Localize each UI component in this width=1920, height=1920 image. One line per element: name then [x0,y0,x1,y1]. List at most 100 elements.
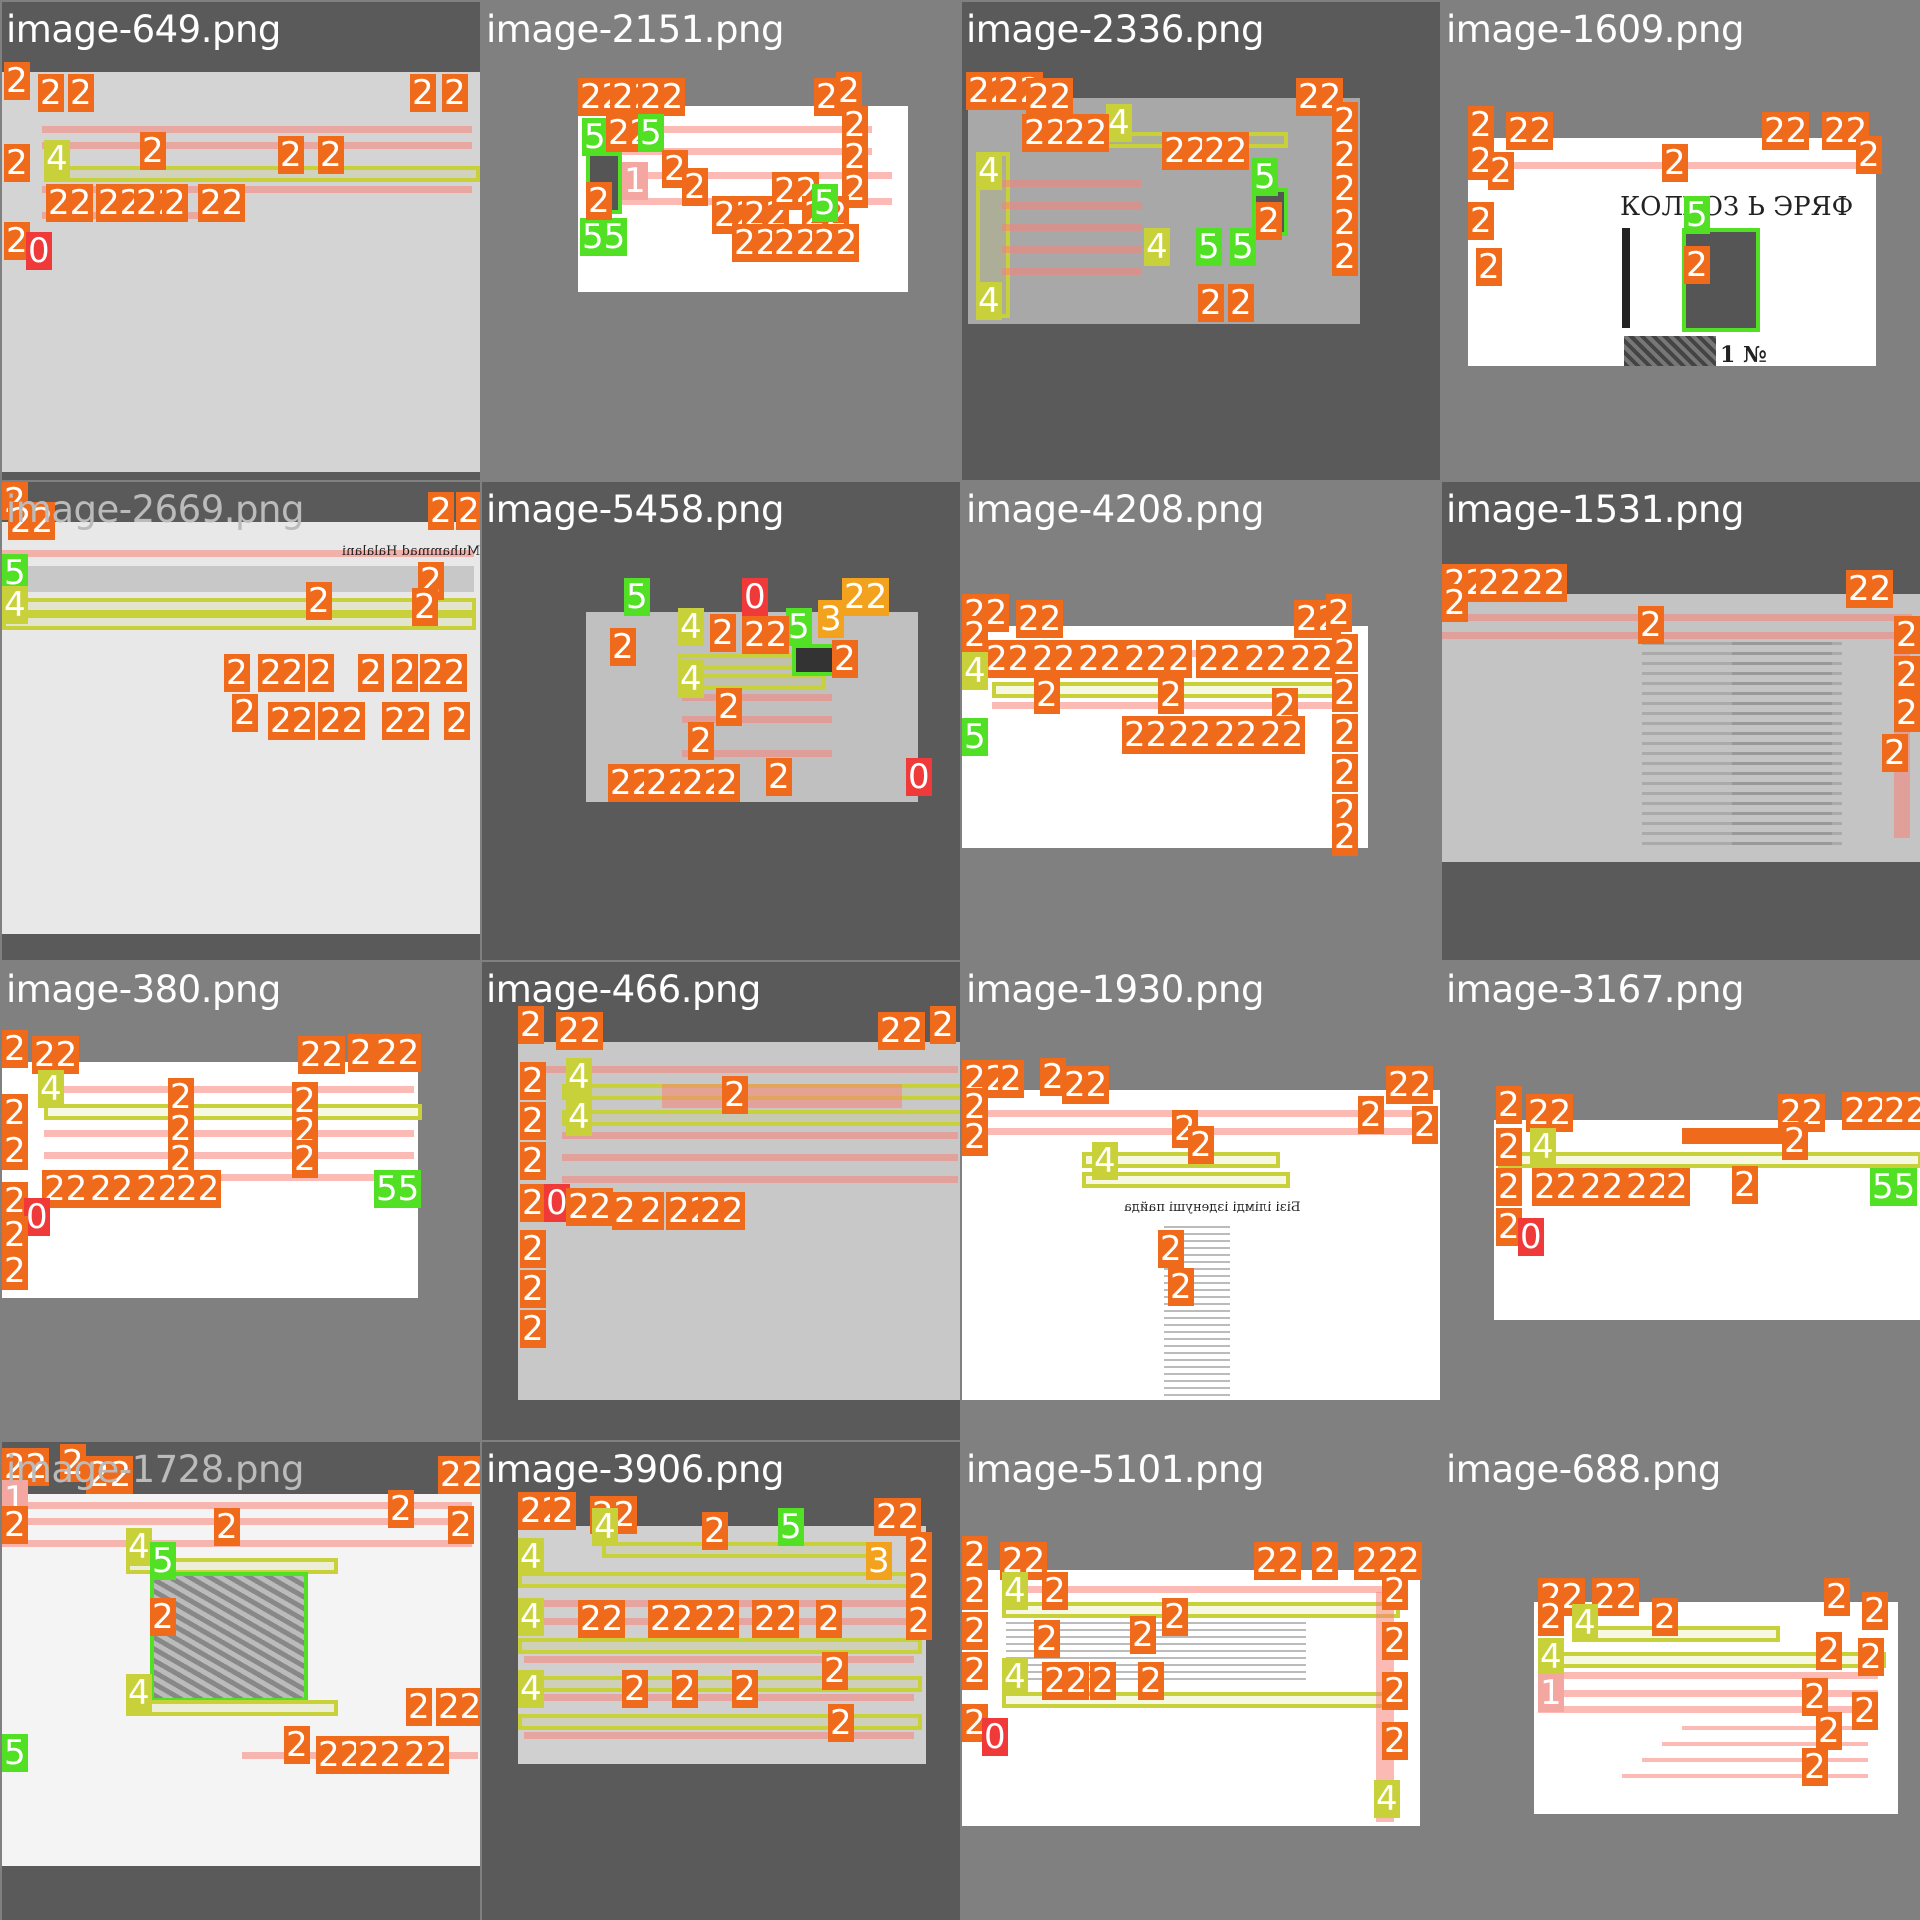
annotation-label: 22 [638,77,686,117]
annotation-label: 4 [1092,1141,1118,1181]
annotation-label: 2 [622,1669,648,1709]
tile-image-4208[interactable]: 22 22 22 2 2 22 22 22 22 2 22 22 22 4 2 … [962,482,1440,960]
tile-image-1531[interactable]: 22 22 22 2 2 22 2 2 2 2 image-1531.png [1442,482,1920,960]
annotation-label: 22 [1288,639,1336,679]
tile-image-1930[interactable]: Бізі ілімді ізденуші пайда 22 2 2 22 2 2… [962,962,1440,1440]
tile-title: image-3167.png [1446,968,1744,1011]
tile-title: image-3906.png [486,1448,784,1491]
annotation-label: 22 [648,1599,696,1639]
annotation-label: 2 [1332,673,1358,713]
annotation-label: 2 [392,653,418,693]
annotation-label: 2 [428,491,454,531]
annotation-box-text [1002,268,1142,275]
annotation-box-text [1002,224,1142,231]
tile-image-2151[interactable]: 1 22 22 22 5 22 5 22 2 2 2 2 2 2 22 22 2… [482,2,960,480]
annotation-box-group [1498,1152,1920,1168]
annotation-label: 22 [1476,563,1524,603]
annotation-label: 22 [1062,113,1110,153]
annotation-label: 2 [1664,1167,1690,1207]
annotation-label: 2 [2,1251,28,1291]
annotation-label: 2 [962,1611,988,1651]
annotation-box-image [150,1572,308,1702]
annotation-label: 22 [1254,1541,1302,1581]
annotation-label: 2 [766,757,792,797]
annotation-label: 2 [520,1141,546,1181]
annotation-label: 2 [308,653,334,693]
annotation-label: 5 [150,1541,176,1581]
annotation-label: 5 [624,577,650,617]
annotation-label: 4 [1002,1571,1028,1611]
annotation-label: 4 [1538,1637,1564,1677]
annotation-label: 22 [752,1599,800,1639]
annotation-label: 22 [1196,639,1244,679]
header-bar [2,566,474,592]
annotation-label: 2 [2,1131,28,1171]
tile-image-466[interactable]: 2 22 22 2 4 4 2 2 2 2 2 0 22 2 2 22 22 2… [482,962,960,1440]
annotation-label: 2 [962,1535,988,1575]
annotation-label: 22 [174,1169,222,1209]
annotation-box-group [44,1104,422,1120]
annotation-label: 5 [1684,195,1710,235]
annotation-label: 2 [906,1601,932,1641]
annotation-label: 2 [1188,1125,1214,1165]
annotation-label: 2 [1228,283,1254,323]
annotation-label: 2 [1856,135,1882,175]
annotation-label: 4 [592,1507,618,1547]
annotation-label: 4 [976,151,1002,191]
annotation-label: 2 [714,763,740,803]
tile-image-2336[interactable]: 22 22 22 4 22 2 2 2 2 2 22 22 22 22 4 4 … [962,2,1440,480]
annotation-label: 4 [976,281,1002,321]
annotation-label: 4 [2,585,28,625]
annotation-label: 2 [1332,713,1358,753]
tile-image-1728[interactable]: 22 2 22 1 2 2 2 22 2 4 5 2 4 2 22 2 22 2… [2,1442,480,1920]
tile-title: image-2336.png [966,8,1264,51]
annotation-label: 22 [1846,569,1894,609]
annotation-box-group [44,166,480,182]
annotation-label: 2 [1496,1085,1522,1125]
tile-title: image-2151.png [486,8,784,51]
tile-title: image-688.png [1446,1448,1721,1491]
annotation-label: 4 [126,1527,152,1567]
annotation-label: 2 [162,183,188,223]
annotation-label: 22 [742,615,790,655]
annotation-label: 2 [1326,593,1352,633]
tile-image-2669[interactable]: Sultan Muhammad Halalani 2 22 2 2 5 4 2 … [2,482,480,960]
annotation-label: 4 [126,1673,152,1713]
tile-image-5101[interactable]: 2 22 22 2 22 2 2 4 2 2 2 2 2 2 2 4 22 2 … [962,1442,1440,1920]
tile-image-3167[interactable]: 2 22 22 22 22 4 2 2 2 22 22 22 2 2 2 0 5… [1442,962,1920,1440]
annotation-label: 2 [702,1511,728,1551]
annotation-label: 4 [1530,1127,1556,1167]
annotation-label: 5 [786,607,812,647]
tile-image-688[interactable]: 22 22 2 4 2 2 2 4 1 2 2 2 2 2 2 image-68… [1442,1442,1920,1920]
tile-image-649[interactable]: 2 2 2 2 2 4 2 2 2 2 22 22 22 2 22 2 0 im… [2,2,480,480]
tile-image-5458[interactable]: 5 0 5 3 22 2 4 4 2 22 2 2 2 22 22 22 2 2… [482,482,960,960]
annotation-label: 5 [582,117,608,157]
annotated-grid-view: { "grid": { "rows": 4, "cols": 4, "tiles… [0,0,1920,1920]
tile-image-3906[interactable]: 22 2 22 4 2 5 22 2 3 2 2 4 4 4 22 22 22 … [482,1442,960,1920]
annotation-label: 0 [26,231,52,271]
tile-image-1609[interactable]: КОЛХОЗ Ь ЭРЯФ 1 № 2 22 2 22 22 2 2 2 2 2… [1442,2,1920,480]
tile-image-380[interactable]: 2 22 22 2 22 4 2 2 2 2 2 2 2 2 22 22 22 … [2,962,480,1440]
annotation-box-text [682,694,832,701]
annotation-box-text [562,1176,958,1183]
annotation-label: 2 [962,1651,988,1691]
annotation-label: 2 [1332,817,1358,857]
annotation-label: 2 [1816,1711,1842,1751]
annotation-box-group [562,1110,960,1126]
annotation-label: 2 [1488,151,1514,191]
annotation-label: 2 [832,639,858,679]
annotation-label: 1 [622,161,648,201]
annotation-label: 2 [906,1531,932,1571]
annotation-label: 2 [140,131,166,171]
annotation-label: 2 [1496,1127,1522,1167]
annotation-label: 5 [2,1733,28,1773]
annotation-label: 2 [232,693,258,733]
annotation-label: 4 [962,651,988,691]
annotation-label: 2 [1130,1615,1156,1655]
annotation-label: 22 [46,183,94,223]
annotation-box-text [42,142,472,149]
annotation-label: 2 [1862,1591,1888,1631]
annotation-box-text [524,1732,914,1739]
annotation-label: 2 [1168,1267,1194,1307]
annotation-label: 5 [1230,227,1256,267]
